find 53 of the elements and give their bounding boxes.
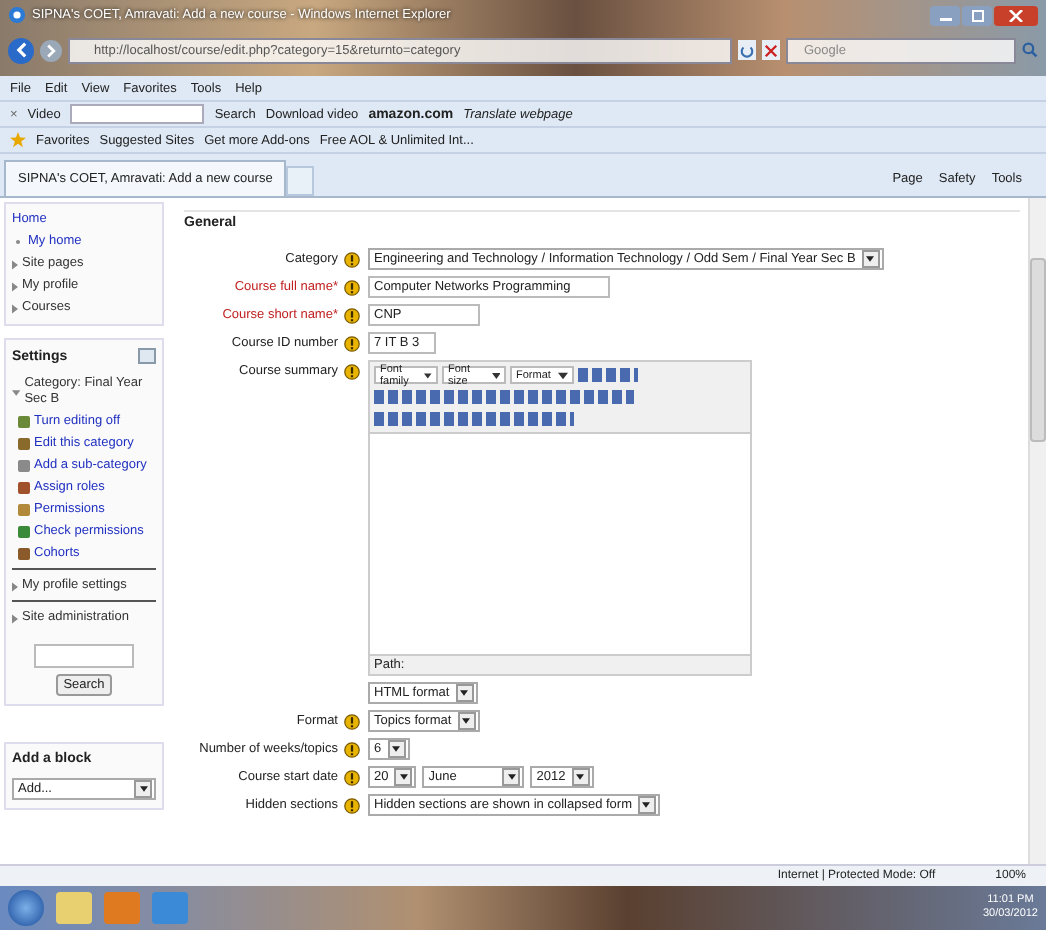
minimize-button[interactable] [930, 5, 960, 25]
caret-icon [491, 371, 500, 379]
caret-icon [866, 256, 875, 262]
help-icon[interactable] [344, 251, 360, 267]
dropdown-button[interactable] [455, 684, 474, 702]
help-icon[interactable] [344, 713, 360, 729]
back-button[interactable] [8, 37, 34, 63]
caret-icon [392, 746, 401, 752]
close-button[interactable] [994, 5, 1038, 25]
start-button[interactable] [8, 890, 44, 926]
dropdown-button[interactable] [637, 796, 656, 814]
caret-icon [139, 786, 147, 792]
forward-button[interactable] [40, 39, 62, 61]
help-icon[interactable] [344, 769, 360, 785]
help-icon[interactable] [344, 279, 360, 295]
collapsed-arrow-icon [12, 259, 18, 269]
caret-icon [507, 774, 516, 780]
help-icon[interactable] [344, 363, 360, 379]
caret-icon [576, 774, 585, 780]
editor-toolbar-icon[interactable] [374, 412, 574, 426]
maximize-icon [969, 9, 985, 21]
dropdown-button[interactable] [457, 712, 476, 730]
help-icon[interactable] [344, 307, 360, 323]
browser-logo-icon [8, 6, 26, 24]
dropdown-button[interactable] [502, 768, 521, 786]
search-field[interactable] [34, 644, 134, 668]
refresh-icon[interactable] [738, 40, 756, 60]
star-icon [10, 132, 26, 148]
caret-icon [642, 802, 651, 808]
editor-toolbar-icon[interactable] [374, 390, 634, 404]
help-icon[interactable] [344, 741, 360, 757]
dropdown-button[interactable] [571, 768, 590, 786]
collapsed-arrow-icon [12, 303, 18, 313]
maximize-button[interactable] [962, 5, 992, 25]
caret-icon [399, 774, 408, 780]
caret-icon [460, 690, 469, 696]
editor-toolbar-icon[interactable] [578, 368, 638, 382]
scrollbar[interactable] [1028, 198, 1046, 864]
stop-icon[interactable] [762, 40, 780, 60]
help-icon[interactable] [344, 797, 360, 813]
dropdown-button[interactable] [387, 740, 406, 758]
collapsed-arrow-icon [12, 613, 18, 623]
toolbar-search-field[interactable] [70, 104, 205, 124]
collapsed-arrow-icon [12, 281, 18, 291]
dropdown-button[interactable] [861, 250, 880, 268]
close-icon [1008, 9, 1024, 21]
caret-icon [462, 718, 471, 724]
collapsed-arrow-icon [12, 581, 18, 591]
dropdown-button[interactable] [394, 768, 413, 786]
help-icon[interactable] [344, 335, 360, 351]
dropdown-button[interactable] [134, 780, 152, 798]
caret-icon [558, 371, 568, 379]
caret-icon [424, 371, 432, 379]
